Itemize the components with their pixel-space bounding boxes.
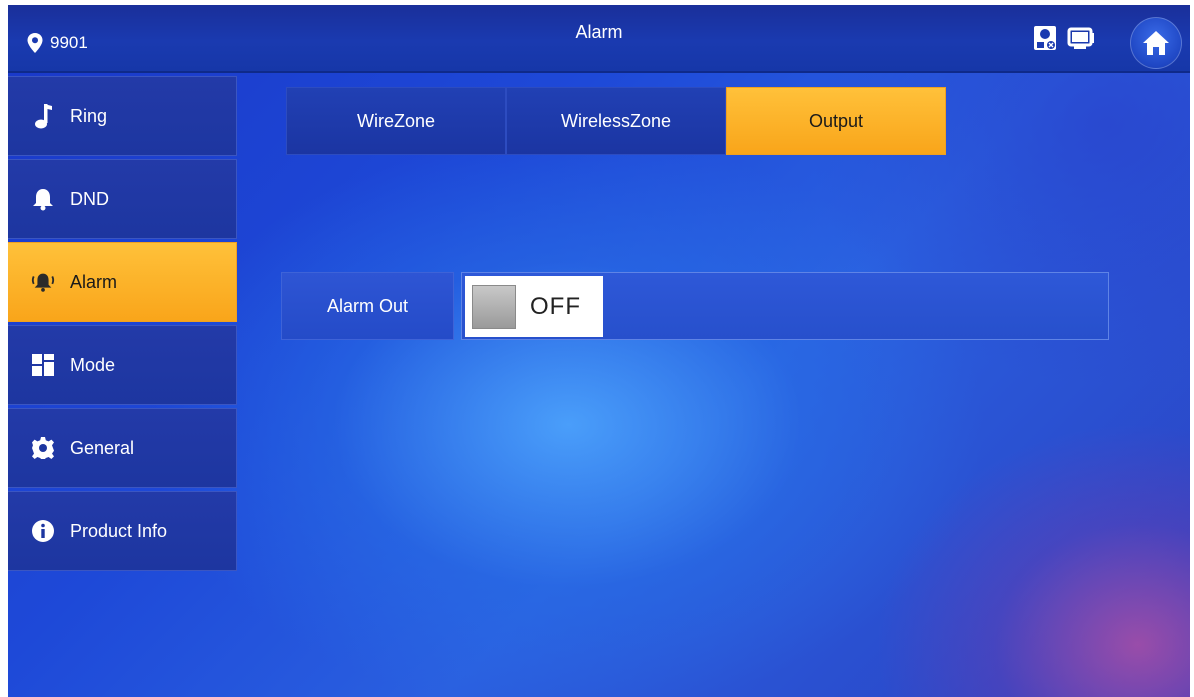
alarm-out-panel: OFF [461, 272, 1109, 340]
sidebar-item-mode[interactable]: Mode [8, 325, 237, 405]
device-screen: 9901 Alarm Ring DND Alarm Mode General P… [8, 5, 1190, 697]
tab-wirezone[interactable]: WireZone [286, 87, 506, 155]
alarm-tabs: WireZone WirelessZone Output [286, 87, 946, 155]
sidebar-item-alarm[interactable]: Alarm [8, 242, 237, 322]
page-title: Alarm [575, 22, 623, 42]
sidebar-item-label: General [70, 437, 135, 458]
home-icon [1143, 31, 1169, 55]
status-icons [1031, 24, 1095, 52]
music-note-icon [30, 103, 56, 129]
sidebar-item-general[interactable]: General [8, 408, 237, 488]
sidebar-item-label: Alarm [70, 271, 118, 292]
bell-icon [30, 186, 56, 212]
monitor-icon[interactable] [1067, 24, 1095, 52]
card-sd-icon[interactable] [1031, 24, 1059, 52]
top-bar: 9901 Alarm [8, 5, 1190, 73]
alarm-out-label: Alarm Out [281, 272, 454, 340]
sidebar-item-dnd[interactable]: DND [8, 159, 237, 239]
toggle-knob[interactable] [472, 284, 516, 329]
sidebar-item-product-info[interactable]: Product Info [8, 491, 237, 571]
info-icon [30, 518, 56, 544]
alarm-out-toggle[interactable]: OFF [465, 276, 603, 337]
sidebar-item-label: Product Info [70, 520, 168, 541]
gear-icon [30, 435, 56, 461]
toggle-state-text: OFF [530, 292, 581, 320]
alarm-bell-icon [30, 269, 56, 295]
tab-output[interactable]: Output [726, 87, 946, 155]
mode-grid-icon [30, 352, 56, 378]
sidebar-item-label: Ring [70, 105, 108, 126]
tab-wirelesszone[interactable]: WirelessZone [506, 87, 726, 155]
sidebar-item-label: DND [70, 188, 109, 209]
sidebar-item-label: Mode [70, 354, 116, 375]
home-button[interactable] [1130, 17, 1182, 69]
sidebar-item-ring[interactable]: Ring [8, 76, 237, 156]
